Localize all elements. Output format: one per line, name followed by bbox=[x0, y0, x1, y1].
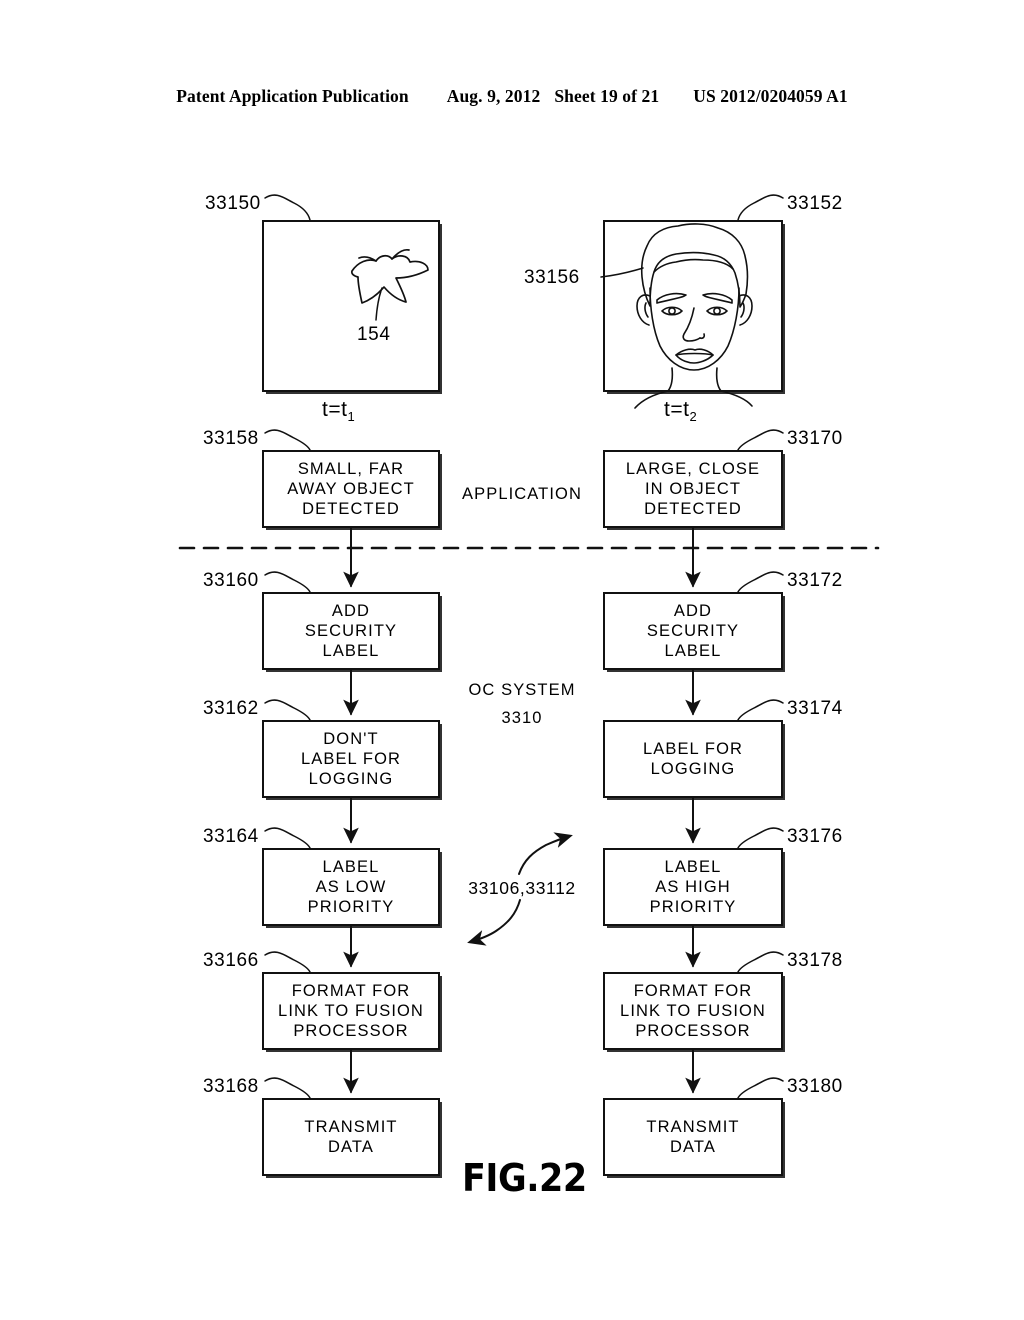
flow-box-add-security-label-left: ADD SECURITY LABEL bbox=[262, 592, 440, 670]
image-panel-t1 bbox=[262, 220, 440, 392]
leader-33160 bbox=[264, 571, 311, 593]
leader-33180 bbox=[737, 1077, 784, 1099]
leader-33168 bbox=[264, 1077, 311, 1099]
curved-arrow-down-left bbox=[467, 899, 521, 946]
flow-box-label-for-logging: LABEL FOR LOGGING bbox=[603, 720, 783, 798]
caption-left-subscript: 1 bbox=[347, 409, 356, 425]
ref-33174: 33174 bbox=[787, 698, 843, 719]
patent-figure-22: t=t1 t=t2 33150 33152 33156 154 33158 33… bbox=[0, 0, 1024, 1320]
leader-33152 bbox=[737, 194, 784, 221]
ref-33166: 33166 bbox=[203, 950, 259, 971]
label-cross-reference: 33106,33112 bbox=[468, 878, 576, 898]
flow-box-transmit-data-left: TRANSMIT DATA bbox=[262, 1098, 440, 1176]
ref-33168: 33168 bbox=[203, 1076, 259, 1097]
leader-33158 bbox=[264, 429, 311, 451]
panel-caption-t1: t=t1 bbox=[322, 398, 355, 424]
label-application: APPLICATION bbox=[462, 485, 582, 503]
leader-33150 bbox=[264, 194, 311, 221]
leader-33162 bbox=[264, 699, 311, 721]
ref-33150: 33150 bbox=[205, 193, 261, 214]
figure-title: FIG.22 bbox=[462, 1156, 587, 1200]
ref-33172: 33172 bbox=[787, 570, 843, 591]
leader-33164 bbox=[264, 827, 311, 849]
caption-right-subscript: 2 bbox=[689, 409, 698, 425]
ref-33178: 33178 bbox=[787, 950, 843, 971]
figure-vector-overlay bbox=[178, 194, 880, 1099]
flow-box-add-security-label-right: ADD SECURITY LABEL bbox=[603, 592, 783, 670]
flow-box-format-for-link-to-fusion-processor-left: FORMAT FOR LINK TO FUSION PROCESSOR bbox=[262, 972, 440, 1050]
caption-right-text: t=t bbox=[664, 398, 690, 421]
flow-box-dont-label-for-logging: DON'T LABEL FOR LOGGING bbox=[262, 720, 440, 798]
leader-33166 bbox=[264, 951, 311, 973]
ref-33164: 33164 bbox=[203, 826, 259, 847]
flow-box-small-far-away-object-detected: SMALL, FAR AWAY OBJECT DETECTED bbox=[262, 450, 440, 528]
ref-154: 154 bbox=[357, 324, 391, 345]
ref-33180: 33180 bbox=[787, 1076, 843, 1097]
ref-33156: 33156 bbox=[524, 267, 580, 288]
leader-33178 bbox=[737, 951, 784, 973]
flow-box-format-for-link-to-fusion-processor-right: FORMAT FOR LINK TO FUSION PROCESSOR bbox=[603, 972, 783, 1050]
ref-33162: 33162 bbox=[203, 698, 259, 719]
leader-33174 bbox=[737, 699, 784, 721]
panel-caption-t2: t=t2 bbox=[664, 398, 697, 424]
ref-33170: 33170 bbox=[787, 428, 843, 449]
caption-left-text: t=t bbox=[322, 398, 348, 421]
flow-box-transmit-data-right: TRANSMIT DATA bbox=[603, 1098, 783, 1176]
leader-33172 bbox=[737, 571, 784, 593]
label-oc-system: OC SYSTEM 3310 bbox=[468, 681, 576, 727]
ref-33158: 33158 bbox=[203, 428, 259, 449]
leader-33170 bbox=[737, 429, 784, 451]
ref-33160: 33160 bbox=[203, 570, 259, 591]
ref-33152: 33152 bbox=[787, 193, 843, 214]
ref-33176: 33176 bbox=[787, 826, 843, 847]
image-panel-t2 bbox=[603, 220, 783, 392]
flow-box-large-close-in-object-detected: LARGE, CLOSE IN OBJECT DETECTED bbox=[603, 450, 783, 528]
flow-box-label-as-high-priority: LABEL AS HIGH PRIORITY bbox=[603, 848, 783, 926]
flow-box-label-as-low-priority: LABEL AS LOW PRIORITY bbox=[262, 848, 440, 926]
leader-33176 bbox=[737, 827, 784, 849]
curved-arrow-up-right bbox=[518, 832, 573, 875]
